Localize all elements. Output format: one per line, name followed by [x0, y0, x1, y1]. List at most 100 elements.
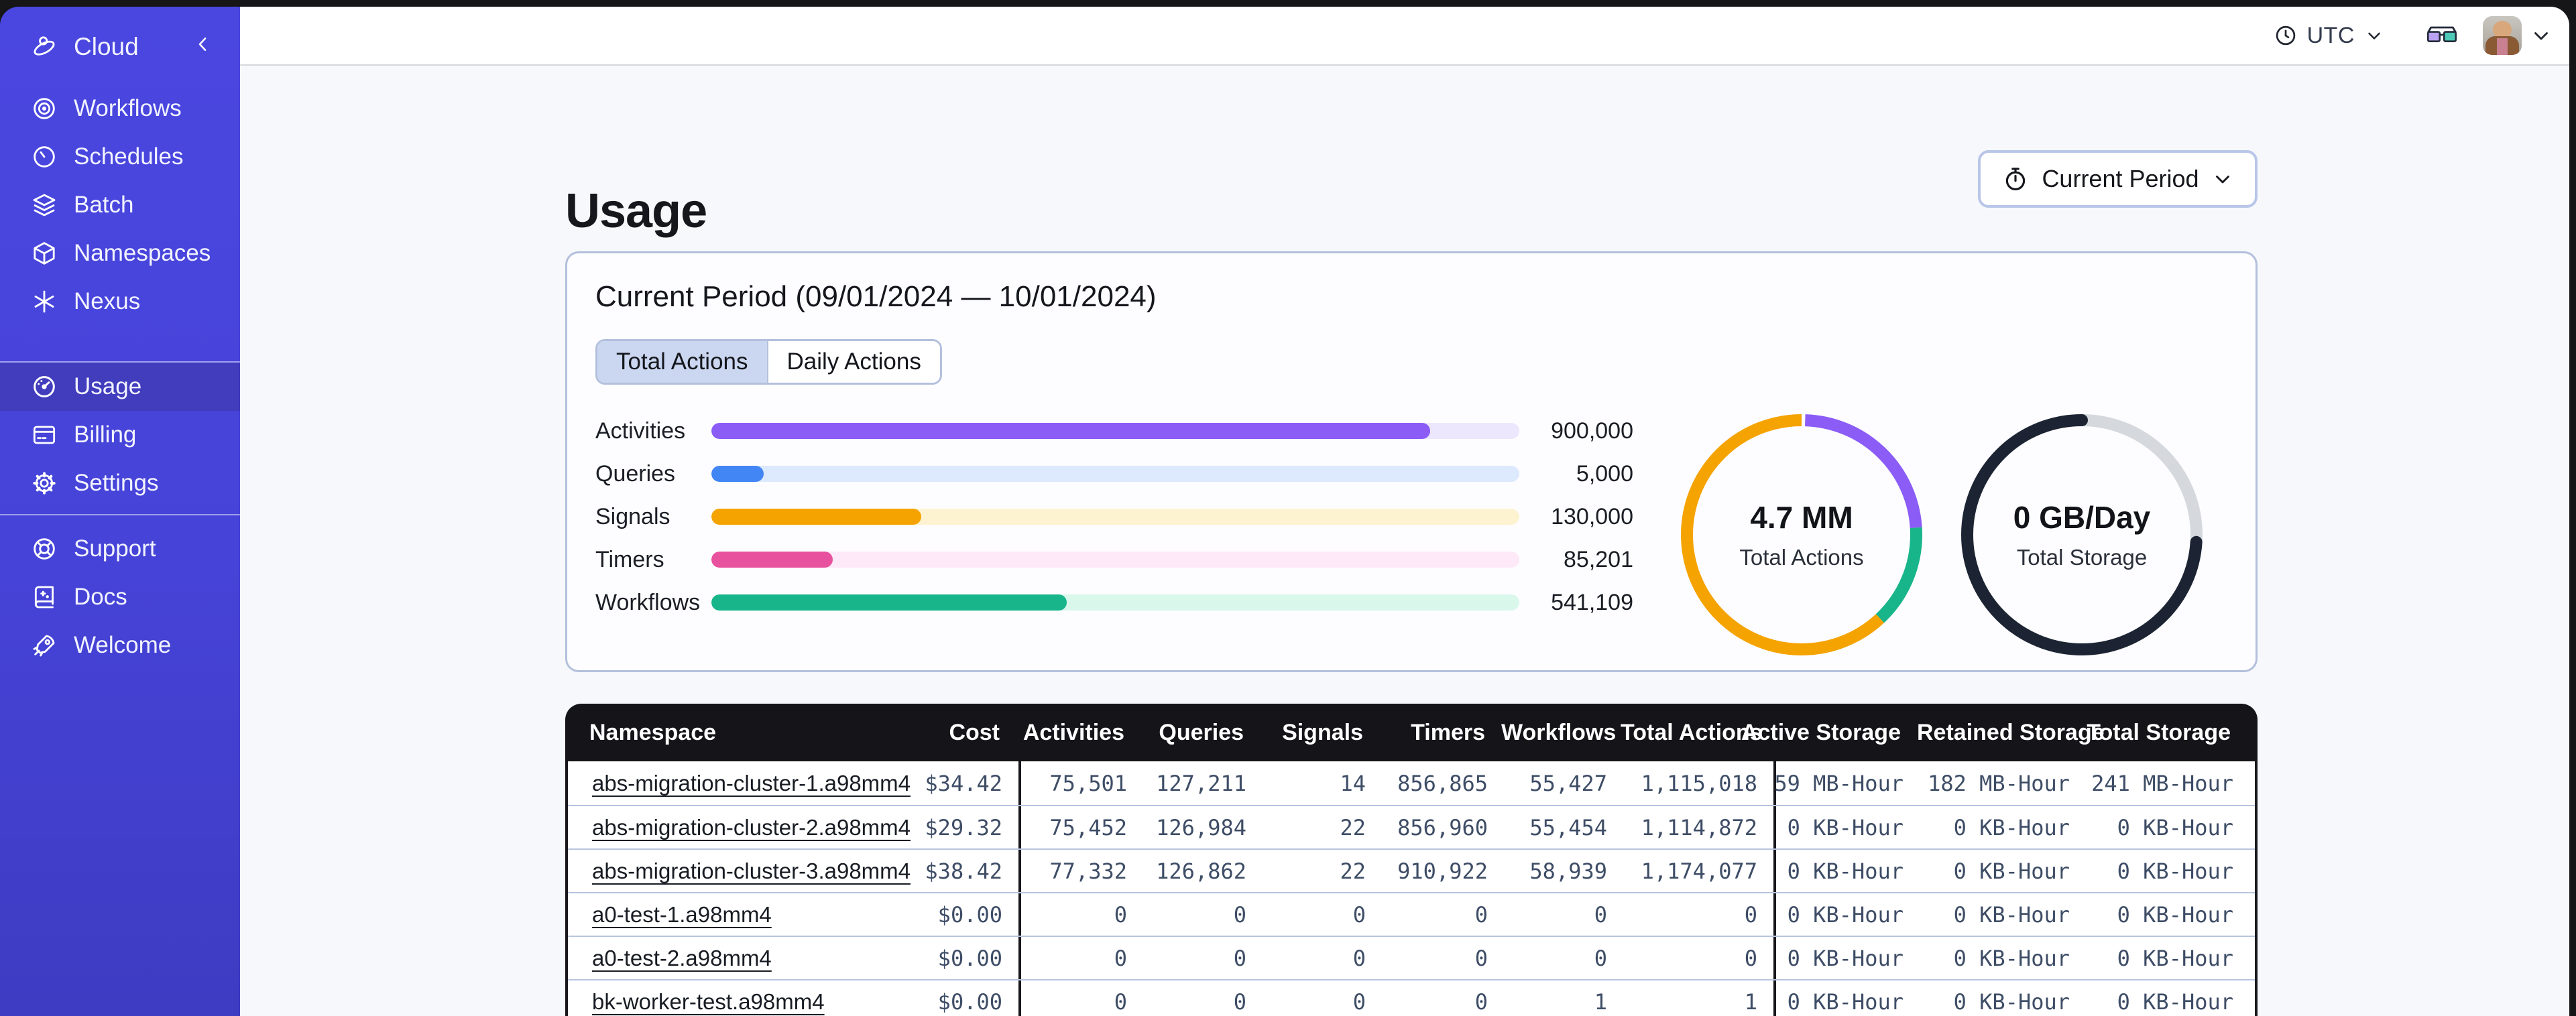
workflows-icon	[31, 95, 58, 122]
usage-bar-row: Signals 130,000	[595, 495, 1661, 538]
labs-glasses-icon[interactable]	[2426, 22, 2458, 49]
donut-value: 0 GB/Day	[2013, 500, 2151, 535]
actions-tabs: Total Actions Daily Actions	[595, 339, 942, 385]
table-cell: 59 MB-Hour	[1773, 761, 1920, 805]
rocket-icon	[31, 632, 58, 659]
table-cell: 22	[1340, 814, 1366, 840]
nexus-icon	[31, 288, 58, 315]
namespace-cell: a0-test-1.a98mm4	[568, 902, 836, 928]
table-row: a0-test-2.a98mm4 $0.00 0 0 0 0 0 0 0 KB-Hour 0 KB…	[568, 936, 2255, 979]
table-cell: 0	[1233, 945, 1246, 971]
sidebar: Cloud Workflows Schedules Batch Namespac…	[0, 7, 240, 1016]
account-menu-button[interactable]	[2530, 24, 2553, 47]
table-cell: 0	[1594, 945, 1607, 971]
table-cell: 182 MB-Hour	[1928, 770, 2070, 796]
table-cell: 1,115,018	[1641, 770, 1757, 796]
period-selector-button[interactable]: Current Period	[1978, 150, 2258, 208]
table-cell: 1	[1744, 989, 1757, 1015]
sidebar-item-support[interactable]: Support	[0, 525, 240, 573]
bar-label: Queries	[595, 460, 676, 487]
donut-label: Total Storage	[2016, 545, 2148, 570]
table-cell: 0	[1018, 937, 1143, 979]
sidebar-item-namespaces[interactable]: Namespaces	[0, 229, 240, 277]
sidebar-brand-cloud[interactable]: Cloud	[0, 21, 240, 72]
sidebar-collapse-button[interactable]	[193, 33, 213, 62]
table-row: abs-migration-cluster-2.a98mm4 $29.32 75,4…	[568, 805, 2255, 848]
billing-icon	[31, 422, 58, 448]
table-cell: 0 KB-Hour	[1773, 850, 1920, 892]
table-cell: $0.00	[937, 901, 1002, 928]
table-cell: 856,865	[1397, 770, 1488, 796]
column-header: Cost	[949, 719, 1000, 745]
table-cell: 0 KB-Hour	[2117, 814, 2233, 840]
bar-track	[711, 552, 1519, 568]
table-cell: 0	[1474, 945, 1488, 971]
bar-value: 541,109	[1551, 589, 1633, 615]
table-cell: 0 KB-Hour	[1773, 806, 1920, 848]
sidebar-item-label: Billing	[74, 422, 137, 448]
sidebar-item-usage[interactable]: Usage	[0, 363, 240, 411]
clock-icon	[2276, 25, 2295, 46]
settings-icon	[31, 470, 58, 497]
usage-bar-row: Activities 900,000	[595, 409, 1661, 452]
table-cell: 0	[1352, 901, 1366, 928]
support-icon	[31, 535, 58, 562]
table-header: Namespace Cost Activities Queries Signals Tim…	[565, 704, 2258, 761]
table-cell: $34.42	[925, 770, 1002, 796]
sidebar-item-label: Docs	[74, 584, 127, 610]
bar-track	[711, 509, 1519, 525]
table-cell: 0 KB-Hour	[1953, 945, 2070, 971]
table-cell: 0 KB-Hour	[2117, 989, 2233, 1015]
sidebar-item-billing[interactable]: Billing	[0, 411, 240, 459]
column-header: Total Storage	[2087, 719, 2231, 745]
column-header: Workflows	[1501, 719, 1617, 745]
namespace-cell: abs-migration-cluster-2.a98mm4	[568, 815, 911, 840]
temporal-logo-icon	[31, 34, 58, 60]
sidebar-item-schedules[interactable]: Schedules	[0, 133, 240, 181]
sidebar-item-batch[interactable]: Batch	[0, 181, 240, 229]
table-cell: 0 KB-Hour	[1773, 937, 1920, 979]
user-avatar[interactable]	[2483, 16, 2522, 55]
sidebar-item-workflows[interactable]: Workflows	[0, 84, 240, 133]
stopwatch-icon	[2006, 168, 2026, 190]
table-cell: 0 KB-Hour	[1953, 901, 2070, 928]
main-content: Usage Current Period Current Period (09/…	[240, 66, 2569, 1016]
table-cell: 75,501	[1018, 761, 1143, 805]
bar-value: 130,000	[1551, 503, 1633, 529]
sidebar-item-docs[interactable]: Docs	[0, 573, 240, 621]
table-cell: 0 KB-Hour	[2117, 945, 2233, 971]
table-cell: 0	[1474, 901, 1488, 928]
sidebar-item-label: Usage	[74, 373, 142, 399]
table-cell: 0	[1352, 945, 1366, 971]
sidebar-item-nexus[interactable]: Nexus	[0, 277, 240, 326]
sidebar-item-settings[interactable]: Settings	[0, 459, 240, 507]
namespace-link[interactable]: a0-test-2.a98mm4	[592, 946, 772, 970]
table-cell: 0 KB-Hour	[1953, 858, 2070, 884]
table-cell: 77,332	[1018, 850, 1143, 892]
sidebar-item-welcome[interactable]: Welcome	[0, 621, 240, 670]
namespace-usage-table: Namespace Cost Activities Queries Signals Tim…	[565, 704, 2258, 1016]
table-cell: 0	[1233, 989, 1246, 1015]
table-cell: $38.42	[925, 858, 1002, 884]
tab-total-actions[interactable]: Total Actions	[597, 341, 767, 383]
usage-bars: Activities 900,000 Queries 5,000 Signals 130,…	[595, 409, 1661, 624]
namespace-link[interactable]: a0-test-1.a98mm4	[592, 902, 772, 927]
total-actions-donut: 4.7 MM Total Actions	[1674, 407, 1929, 662]
sidebar-item-label: Welcome	[74, 632, 172, 658]
column-header: Timers	[1411, 719, 1485, 745]
sidebar-item-label: Batch	[74, 192, 134, 218]
page-title: Usage	[565, 184, 707, 239]
total-storage-donut: 0 GB/Day Total Storage	[1954, 407, 2209, 662]
table-cell: 910,922	[1397, 858, 1488, 884]
namespace-link[interactable]: bk-worker-test.a98mm4	[592, 989, 825, 1014]
tab-daily-actions[interactable]: Daily Actions	[766, 341, 940, 383]
sidebar-item-label: Workflows	[74, 95, 182, 121]
bar-fill	[711, 594, 1067, 611]
table-cell: 241 MB-Hour	[2091, 770, 2233, 796]
table-cell: $29.32	[925, 814, 1002, 840]
table-cell: 0 KB-Hour	[1773, 893, 1920, 936]
sidebar-nav-main: Workflows Schedules Batch Namespaces Nex…	[0, 84, 240, 326]
timezone-selector[interactable]: UTC	[2274, 23, 2384, 49]
table-cell: 1	[1594, 989, 1607, 1015]
table-row: abs-migration-cluster-3.a98mm4 $38.42 77,3…	[568, 848, 2255, 892]
